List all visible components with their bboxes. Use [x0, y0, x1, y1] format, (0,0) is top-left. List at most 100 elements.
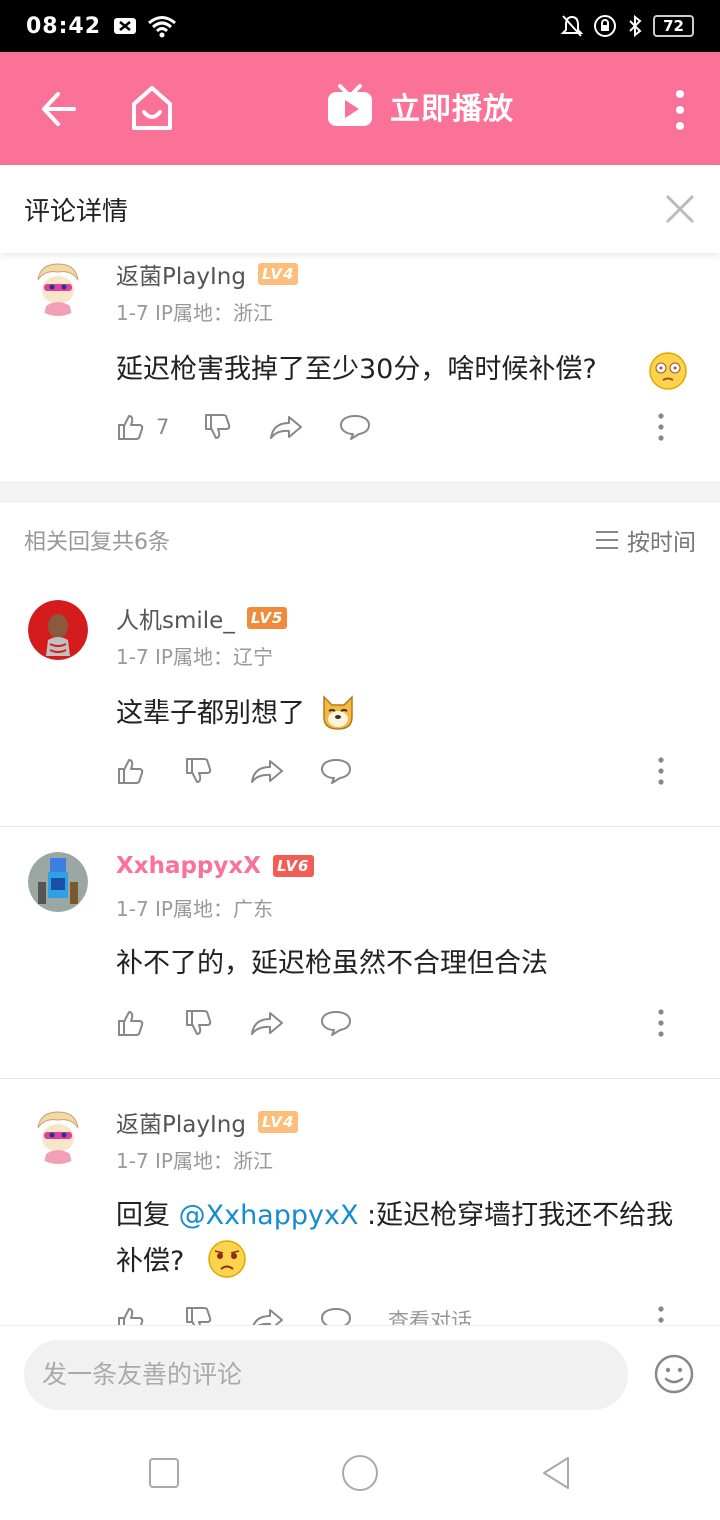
mention-link[interactable]: @XxhappyxX [179, 1200, 359, 1231]
doge-emoji-icon [322, 694, 353, 730]
comment-icon[interactable] [339, 413, 371, 441]
recent-apps-icon[interactable] [148, 1457, 180, 1489]
reply-author[interactable]: 人机smile_ LV5 [116, 601, 288, 635]
reply-actions [116, 751, 720, 791]
play-now-label: 立即播放 [390, 92, 514, 127]
comment-icon[interactable] [320, 1009, 352, 1037]
ip-location: IP属地：广东 [155, 897, 273, 921]
reply-text: 这辈子都别想了 [116, 691, 696, 737]
level-badge: LV4 [257, 263, 299, 285]
dislike-icon[interactable] [203, 413, 231, 441]
avatar-image [28, 600, 88, 660]
like-icon[interactable] [116, 413, 144, 441]
reply-date: 1-7 [116, 897, 149, 921]
battery-level: 72 [653, 15, 694, 37]
ip-location: IP属地：辽宁 [155, 645, 273, 669]
ip-location: IP属地：浙江 [155, 1149, 273, 1173]
avatar[interactable] [28, 600, 88, 660]
lock-rotation-icon [594, 15, 617, 37]
avatar-image [28, 852, 88, 912]
comment-text: 延迟枪害我掉了至少30分，啥时候补偿? [116, 347, 696, 393]
replies-header: 相关回复共6条 按时间 [0, 502, 720, 578]
divider [0, 1078, 720, 1079]
dislike-icon[interactable] [184, 1009, 212, 1037]
back-icon[interactable] [36, 88, 78, 130]
reply-meta: 1-7 IP属地：浙江 [116, 1145, 273, 1174]
reply-more-icon[interactable] [658, 1009, 664, 1037]
username[interactable]: 人机smile_ [116, 601, 235, 635]
level-badge: LV6 [272, 855, 314, 877]
reply-author[interactable]: 返菌PlayIng LV4 [116, 1105, 299, 1139]
comment-more-icon[interactable] [658, 413, 664, 441]
level-badge: LV4 [257, 1111, 299, 1133]
share-icon[interactable] [250, 757, 284, 785]
like-icon[interactable] [116, 757, 144, 785]
like-icon[interactable] [116, 1306, 144, 1325]
home-nav-icon[interactable] [341, 1454, 379, 1492]
reply-meta: 1-7 IP属地：辽宁 [116, 641, 273, 670]
dislike-icon[interactable] [184, 1306, 212, 1325]
reply-count: 相关回复共6条 [24, 530, 170, 555]
comment-body: 延迟枪害我掉了至少30分，啥时候补偿? [116, 354, 597, 385]
status-bar: 08:42 72 [0, 0, 720, 52]
comment-author[interactable]: 返菌PlayIng LV4 [116, 257, 299, 291]
share-icon[interactable] [250, 1009, 284, 1037]
view-conversation-link[interactable]: 查看对话 [388, 1305, 472, 1325]
level-badge: LV5 [246, 607, 288, 629]
status-time: 08:42 [26, 13, 102, 39]
comment-date: 1-7 [116, 301, 149, 325]
system-nav-bar [0, 1425, 720, 1520]
reply-prefix: 回复 [116, 1200, 179, 1231]
reply-meta: 1-7 IP属地：广东 [116, 893, 273, 922]
reply-date: 1-7 [116, 1149, 149, 1173]
ip-location: IP属地：浙江 [155, 301, 273, 325]
like-icon[interactable] [116, 1009, 144, 1037]
dazed-emoji-icon [649, 352, 687, 390]
comment-composer: 发一条友善的评论 [0, 1325, 720, 1425]
back-nav-icon[interactable] [540, 1455, 572, 1491]
comment-list[interactable]: 返菌PlayIng LV4 1-7 IP属地：浙江 延迟枪害我掉了至少30分，啥… [0, 253, 720, 1325]
sort-label: 按时间 [627, 530, 696, 556]
dislike-icon[interactable] [184, 757, 212, 785]
notification-icon [114, 18, 137, 34]
play-now-button[interactable]: 立即播放 [326, 84, 514, 128]
close-icon[interactable] [664, 193, 696, 225]
reply-body: 这辈子都别想了 [116, 698, 305, 729]
username[interactable]: 返菌PlayIng [116, 257, 246, 291]
sad-emoji-icon [208, 1239, 246, 1278]
reply-body: 补不了的，延迟枪虽然不合理但合法 [116, 948, 548, 979]
page-title: 评论详情 [24, 196, 129, 227]
like-count: 7 [156, 415, 170, 439]
username[interactable]: 返菌PlayIng [116, 1105, 246, 1139]
comment-input[interactable]: 发一条友善的评论 [24, 1340, 628, 1410]
share-icon[interactable] [269, 413, 303, 441]
reply-author[interactable]: XxhappyxX LV6 [116, 853, 314, 879]
username[interactable]: XxhappyxX [116, 853, 261, 879]
tv-play-icon [328, 84, 372, 126]
avatar[interactable] [28, 1104, 88, 1164]
avatar-image [28, 256, 88, 316]
section-separator [0, 482, 720, 502]
reply-more-icon[interactable] [658, 757, 664, 785]
sort-icon [596, 531, 618, 549]
reply-actions: 查看对话 [116, 1300, 720, 1325]
avatar[interactable] [28, 256, 88, 316]
more-vertical-icon[interactable] [668, 88, 692, 132]
comment-icon[interactable] [320, 757, 352, 785]
comment-actions: 7 [116, 407, 720, 447]
reply-date: 1-7 [116, 645, 149, 669]
comment-detail-header: 评论详情 [0, 165, 720, 253]
comment-icon[interactable] [320, 1306, 352, 1325]
bluetooth-icon [629, 14, 642, 38]
emoji-icon[interactable] [654, 1354, 694, 1394]
reply-more-icon[interactable] [658, 1306, 664, 1325]
mute-bell-icon [561, 15, 584, 37]
home-icon[interactable] [130, 84, 174, 132]
divider [0, 826, 720, 827]
wifi-icon [148, 16, 176, 38]
avatar[interactable] [28, 852, 88, 912]
share-icon[interactable] [250, 1306, 284, 1325]
reply-text: 补不了的，延迟枪虽然不合理但合法 [116, 941, 696, 987]
reply-text: 回复 @XxhappyxX :延迟枪穿墙打我还不给我补偿? [116, 1193, 696, 1285]
sort-by-time-button[interactable]: 按时间 [595, 523, 696, 557]
